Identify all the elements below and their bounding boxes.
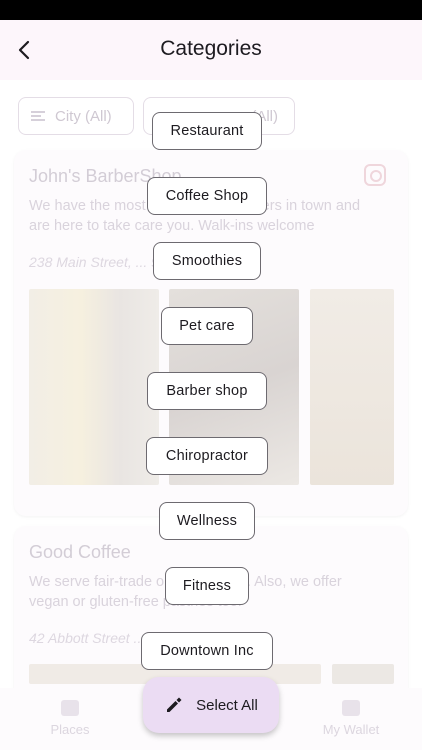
select-all-button[interactable]: Select All [143, 677, 279, 733]
app-bar: Categories [0, 20, 422, 80]
page-title: Categories [160, 37, 262, 60]
category-smoothies-button[interactable]: Smoothies [153, 242, 261, 280]
status-bar [0, 0, 422, 20]
category-downtown-inc-button[interactable]: Downtown Inc [141, 632, 273, 670]
nav-label: Places [50, 722, 90, 737]
card-title: Good Coffee [29, 542, 131, 562]
select-all-label: Select All [196, 696, 258, 714]
pencil-icon [167, 697, 182, 712]
city-filter-label: City (All) [55, 107, 112, 125]
city-filter-chip: City (All) [18, 97, 134, 135]
card-photo [332, 664, 394, 684]
category-barber-shop-button[interactable]: Barber shop [147, 372, 267, 410]
category-chiropractor-button[interactable]: Chiropractor [146, 437, 268, 475]
card-photo [310, 289, 394, 485]
nav-item-places[interactable]: Places [35, 700, 105, 737]
instagram-icon [364, 164, 386, 186]
store-icon [61, 700, 79, 716]
category-restaurant-button[interactable]: Restaurant [152, 112, 262, 150]
wallet-icon [342, 700, 360, 716]
nav-item-my-wallet[interactable]: My Wallet [316, 700, 386, 737]
category-coffee-shop-button[interactable]: Coffee Shop [147, 177, 267, 215]
category-wellness-button[interactable]: Wellness [159, 502, 255, 540]
filter-icon [31, 111, 45, 121]
nav-label: My Wallet [322, 722, 380, 737]
category-fitness-button[interactable]: Fitness [165, 567, 249, 605]
category-pet-care-button[interactable]: Pet care [161, 307, 253, 345]
card-photo [29, 289, 159, 485]
